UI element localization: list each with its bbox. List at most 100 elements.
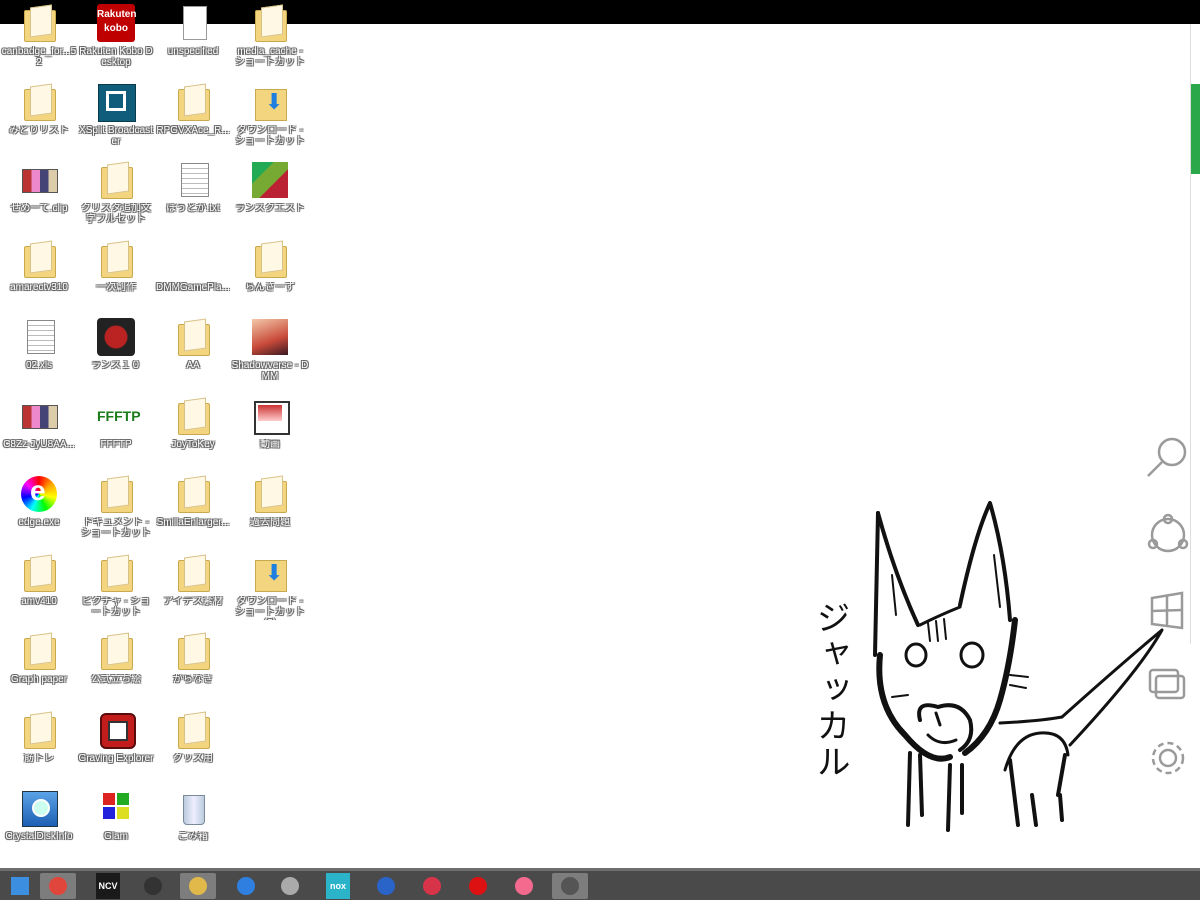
desktop-icon-image — [20, 4, 58, 42]
cube-icon — [414, 873, 450, 899]
desktop-icon[interactable]: FFFTP FFFTP — [77, 397, 155, 450]
windows-start-icon[interactable] — [1150, 591, 1184, 630]
devices-icon[interactable] — [1148, 668, 1186, 700]
desktop-icon[interactable]: がらなき — [154, 632, 232, 685]
share-icon[interactable] — [1147, 513, 1189, 553]
desktop-icon[interactable]: JoyToKey — [154, 397, 232, 450]
desktop-icon[interactable]: ピクチャ - ショートカット — [77, 554, 155, 618]
obs-icon — [135, 873, 171, 899]
desktop-icon[interactable]: SmillaEnlarger... — [154, 475, 232, 528]
desktop-icon[interactable]: 一次創作 — [77, 240, 155, 293]
desktop-icon-image — [251, 318, 289, 356]
desktop-icon[interactable]: グッズ用 — [154, 711, 232, 764]
desktop-icon[interactable]: C8Zz-JyU8AA... — [0, 397, 78, 450]
desktop-icon[interactable]: クリスタ追加文字フルセット — [77, 161, 155, 225]
desktop-icon-label: ランスクエスト — [235, 203, 305, 214]
taskbar-g-app[interactable] — [228, 873, 264, 899]
desktop-icon-image — [174, 83, 212, 121]
desktop-icon[interactable]: ドキュメント - ショートカット — [77, 475, 155, 539]
desktop-icon-image — [97, 711, 136, 749]
desktop-icon[interactable]: みどりリスト — [0, 83, 78, 136]
desktop-icon-label: 一次創作 — [96, 281, 136, 293]
taskbar-thunderbird[interactable] — [368, 873, 404, 899]
desktop-icon-label: XSplit Broadcaster — [79, 124, 153, 147]
desktop-icon[interactable]: Rakuten kobo Rakuten Kobo Desktop — [77, 4, 155, 68]
desktop-icon[interactable]: ダウンロード - ショートカット — [231, 83, 309, 147]
desktop-icon[interactable]: 動画 — [231, 397, 309, 450]
taskbar-lips-app[interactable] — [506, 873, 542, 899]
desktop-icon[interactable]: Graph paper — [0, 632, 78, 685]
settings-gear-icon[interactable] — [1151, 741, 1185, 775]
desktop-icon-image — [251, 240, 289, 278]
desktop-icon-label: ぼうとか.txt — [166, 203, 220, 214]
desktop-icon[interactable]: CrystalDiskInfo — [0, 789, 78, 842]
desktop-icon-image — [251, 161, 289, 199]
desktop-icon-label: 公式立ち絵 — [91, 674, 141, 685]
desktop-icon-image — [251, 475, 289, 513]
desktop-icon[interactable]: Graving Explorer — [77, 711, 155, 764]
lips-icon — [506, 873, 542, 899]
desktop-icon[interactable]: ぼうとか.txt — [154, 161, 232, 214]
desktop-icon-label: がらなき — [173, 674, 213, 685]
charm-bar — [1147, 437, 1189, 775]
taskbar-nox[interactable]: nox — [320, 873, 356, 899]
desktop-icon[interactable]: unspecified — [154, 4, 232, 57]
desktop-icon[interactable]: amarectv310 — [0, 240, 78, 293]
desktop-icon-image — [20, 554, 58, 592]
desktop-icon-label: 02.xls — [25, 360, 53, 371]
desktop-icon[interactable]: らんさーず — [231, 240, 309, 293]
desktop-icon[interactable]: amv410 — [0, 554, 78, 607]
start-button[interactable] — [2, 873, 38, 899]
search-icon[interactable] — [1147, 437, 1187, 477]
desktop-icon-label: AA — [186, 360, 200, 371]
desktop-icon[interactable]: canbadge_for...52 — [0, 4, 78, 68]
desktop-icon[interactable]: Shadowverse - DMM — [231, 318, 309, 382]
desktop-icon[interactable]: ランスクエスト — [231, 161, 309, 214]
desktop-icon[interactable]: DMMGamePla... — [154, 240, 232, 293]
desktop-icon[interactable]: edge.exe — [0, 475, 78, 528]
desktop-icon[interactable]: Glam — [77, 789, 155, 842]
desktop-icon-image — [174, 632, 212, 670]
desktop-icon[interactable]: 公式立ち絵 — [77, 632, 155, 685]
desktop-icon[interactable]: ダウンロード - ショートカット (2) — [231, 554, 309, 620]
desktop-icon[interactable]: 02.xls — [0, 318, 78, 371]
desktop-icon[interactable]: RPGVXAce_R... — [154, 83, 232, 136]
desktop-icon-label: らんさーず — [245, 281, 295, 293]
desktop-icon-label: アイデス素材 — [163, 595, 223, 607]
desktop-icon[interactable]: ごみ箱 — [154, 789, 232, 842]
desktop-icon-label: CrystalDiskInfo — [5, 831, 73, 842]
desktop-icon-label: Graving Explorer — [78, 752, 154, 764]
taskbar-obs[interactable] — [135, 873, 171, 899]
desktop-icon[interactable]: アイデス素材 — [154, 554, 232, 607]
desktop-icon-image — [174, 711, 212, 749]
taskbar-swirl-app[interactable] — [272, 873, 308, 899]
desktop-icon[interactable]: ランス１０ — [77, 318, 155, 371]
scroll-thumb[interactable] — [1191, 84, 1200, 174]
desktop-icon-image — [174, 475, 212, 513]
taskbar-opera[interactable] — [460, 873, 496, 899]
taskbar-chrome[interactable] — [40, 873, 76, 899]
desktop-icon-label: Rakuten Kobo Desktop — [79, 46, 153, 68]
taskbar-explorer[interactable] — [180, 873, 216, 899]
desktop-icon[interactable]: media_cache - ショートカット — [231, 4, 309, 68]
desktop-icon-label: SmillaEnlarger... — [156, 517, 230, 528]
desktop-icon[interactable]: 筋トレ — [0, 711, 78, 764]
taskbar-ncv[interactable]: NCV — [90, 873, 126, 899]
desktop-icon[interactable]: XSplit Broadcaster — [77, 83, 155, 147]
desktop-icon-image — [20, 161, 58, 199]
desktop-icon-label: amarectv310 — [10, 281, 68, 293]
desktop-icon-label: Glam — [104, 831, 128, 842]
desktop-icon-image — [174, 397, 212, 435]
desktop-icon-image — [20, 240, 58, 278]
desktop-icon-label: 過去問題 — [250, 517, 290, 528]
desktop-icon-label: Shadowverse - DMM — [231, 360, 309, 382]
desktop-icon-label: ドキュメント - ショートカット — [81, 517, 151, 539]
desktop-icon[interactable]: 過去問題 — [231, 475, 309, 528]
desktop-icon-label: JoyToKey — [171, 438, 215, 450]
taskbar-clip-studio[interactable] — [552, 873, 588, 899]
desktop-icon-image — [97, 632, 135, 670]
desktop-icon[interactable]: せめーて.clip — [0, 161, 78, 214]
taskbar-cube-app[interactable] — [414, 873, 450, 899]
desktop-icon[interactable]: AA — [154, 318, 232, 371]
desktop-icon-label: ダウンロード - ショートカット — [235, 124, 305, 147]
